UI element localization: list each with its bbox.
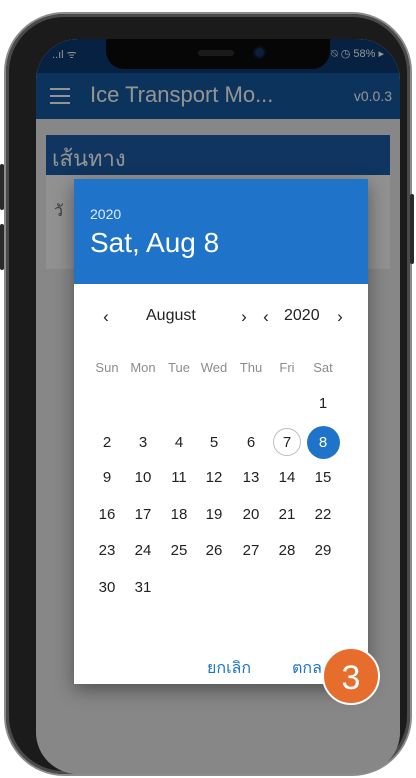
calendar-day-number: 18 [170, 506, 188, 523]
calendar-day-number: 11 [171, 469, 187, 486]
calendar-day[interactable]: 30 [88, 573, 126, 603]
calendar-day[interactable]: 9 [88, 463, 126, 493]
header-selected-date[interactable]: Sat, Aug 8 [90, 227, 219, 259]
calendar-day-number: 27 [242, 542, 260, 559]
calendar-day[interactable]: 26 [195, 536, 233, 566]
calendar-day-today[interactable]: 7 [268, 428, 306, 458]
weekday-header: Thu [239, 360, 263, 375]
weekday-header: Sun [95, 360, 119, 375]
calendar-day[interactable]: 27 [232, 536, 270, 566]
calendar-day[interactable]: 31 [124, 573, 162, 603]
phone-frame: ..ıl ᯤ ⍉ ◷ 58% ▸ Ice Transport Mo... v0.… [0, 14, 414, 774]
calendar-day[interactable]: 12 [195, 463, 233, 493]
calendar-day[interactable]: 24 [124, 536, 162, 566]
weekday-header: Tue [168, 360, 190, 375]
calendar-day-number: 15 [314, 469, 332, 486]
calendar-day-number: 21 [278, 506, 296, 523]
calendar-day[interactable]: 13 [232, 463, 270, 493]
date-picker-header: 2020 Sat, Aug 8 [74, 179, 368, 284]
calendar-day-selected[interactable]: 8 [304, 426, 342, 459]
calendar-day[interactable]: 17 [124, 500, 162, 530]
step-badge: 3 [322, 647, 380, 705]
calendar-day[interactable]: 5 [195, 428, 233, 458]
calendar-day-number: 9 [102, 469, 112, 486]
calendar-day-number: 12 [205, 469, 223, 486]
header-year[interactable]: 2020 [90, 206, 121, 222]
prev-month-chevron-icon[interactable]: ‹ [96, 307, 116, 327]
weekday-header: Sat [313, 360, 333, 375]
calendar-day-number: 7 [282, 434, 292, 451]
cancel-button[interactable]: ยกเลิก [207, 656, 251, 681]
calendar-day-number: 5 [209, 434, 219, 451]
calendar-day-number: 19 [205, 506, 223, 523]
calendar-day[interactable]: 1 [304, 389, 342, 419]
calendar-day[interactable]: 21 [268, 500, 306, 530]
calendar-day[interactable]: 16 [88, 500, 126, 530]
calendar-day[interactable]: 15 [304, 463, 342, 493]
phone-screen: ..ıl ᯤ ⍉ ◷ 58% ▸ Ice Transport Mo... v0.… [36, 39, 400, 774]
calendar-day-number: 1 [318, 395, 328, 412]
calendar-day-number: 4 [174, 434, 184, 451]
year-label: 2020 [284, 307, 320, 324]
calendar-day-number: 2 [102, 434, 112, 451]
calendar-day-number: 17 [134, 506, 152, 523]
calendar-day-number: 6 [246, 434, 256, 451]
calendar-day-number: 29 [314, 542, 332, 559]
calendar-day-number: 25 [170, 542, 188, 559]
calendar-day[interactable]: 2 [88, 428, 126, 458]
calendar-day-number: 16 [98, 506, 116, 523]
calendar-day[interactable]: 14 [268, 463, 306, 493]
date-picker-dialog: 2020 Sat, Aug 8 ‹ August › ‹ 2020 › Sun M… [74, 179, 368, 684]
calendar-day[interactable]: 10 [124, 463, 162, 493]
calendar-day[interactable]: 23 [88, 536, 126, 566]
calendar-day-number: 13 [242, 469, 260, 486]
calendar-day[interactable]: 4 [160, 428, 198, 458]
weekday-header: Fri [279, 360, 295, 375]
calendar-day[interactable]: 25 [160, 536, 198, 566]
calendar-day[interactable]: 3 [124, 428, 162, 458]
calendar-day[interactable]: 11 [160, 463, 198, 493]
calendar-day-number: 24 [134, 542, 152, 559]
calendar-day-number: 14 [278, 469, 296, 486]
next-year-chevron-icon[interactable]: › [330, 307, 350, 327]
calendar-day-number: 8 [318, 434, 328, 451]
calendar-day-number: 30 [98, 579, 116, 596]
calendar-day-number: 20 [242, 506, 260, 523]
calendar-day-number: 31 [134, 579, 152, 596]
volume-button [0, 224, 4, 270]
volume-button [0, 164, 4, 210]
calendar-day-number: 26 [205, 542, 223, 559]
calendar-day[interactable]: 20 [232, 500, 270, 530]
weekday-header: Mon [130, 360, 156, 375]
calendar-day-number: 10 [134, 469, 152, 486]
weekday-header: Wed [200, 360, 228, 375]
power-button [410, 194, 414, 264]
next-month-chevron-icon[interactable]: › [234, 307, 254, 327]
prev-year-chevron-icon[interactable]: ‹ [256, 307, 276, 327]
calendar-day-number: 22 [314, 506, 332, 523]
month-label: August [146, 307, 196, 324]
calendar-day[interactable]: 6 [232, 428, 270, 458]
calendar-day[interactable]: 29 [304, 536, 342, 566]
calendar-day-number: 23 [98, 542, 116, 559]
calendar-day[interactable]: 19 [195, 500, 233, 530]
calendar-day-number: 28 [278, 542, 296, 559]
calendar-day-number: 3 [138, 434, 148, 451]
calendar-day[interactable]: 28 [268, 536, 306, 566]
calendar-day[interactable]: 22 [304, 500, 342, 530]
calendar-day[interactable]: 18 [160, 500, 198, 530]
